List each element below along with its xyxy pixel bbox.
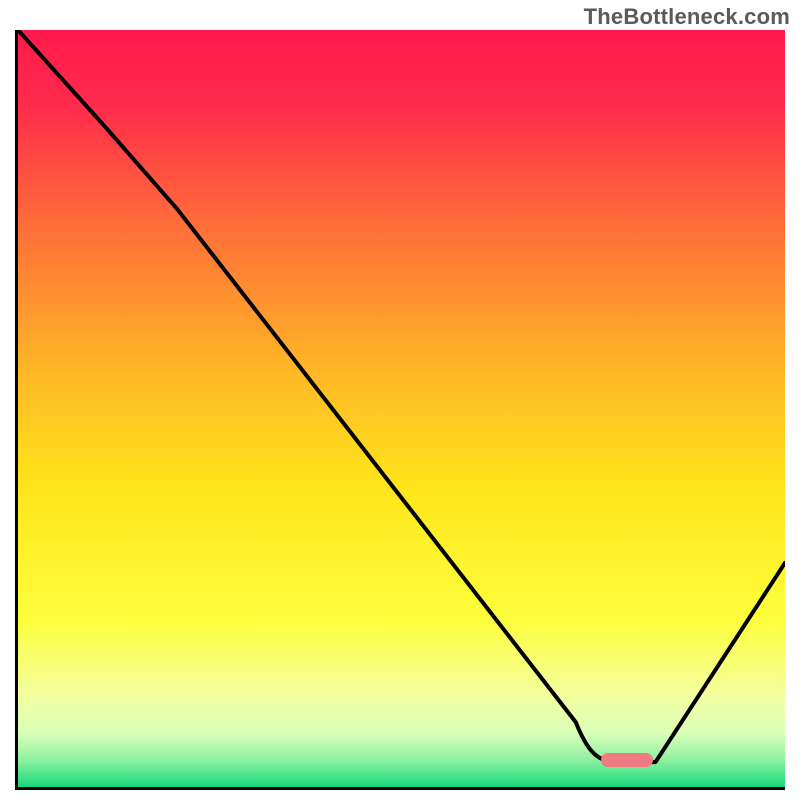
optimum-marker [601, 753, 653, 767]
bottleneck-curve [18, 30, 785, 787]
chart-container: TheBottleneck.com [0, 0, 800, 800]
watermark-text: TheBottleneck.com [584, 4, 790, 30]
plot-frame [15, 30, 785, 790]
